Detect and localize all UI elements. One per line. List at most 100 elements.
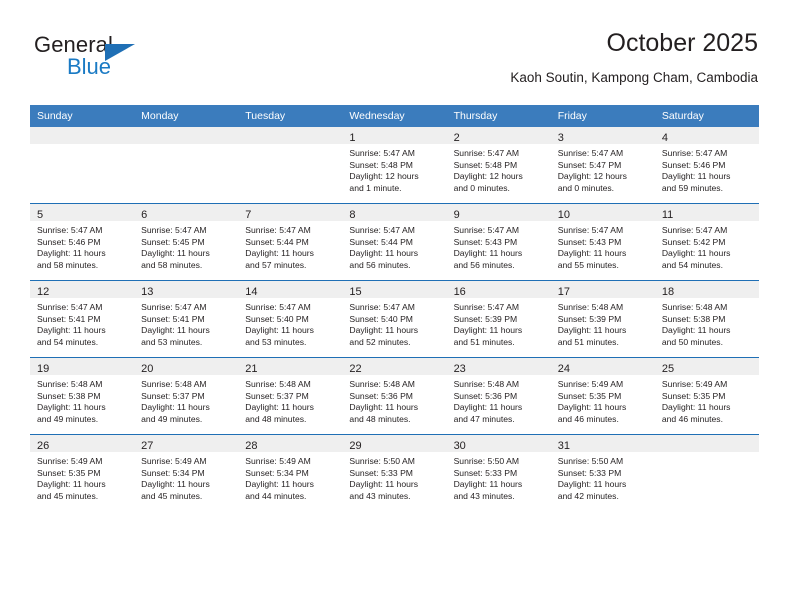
calendar-day-cell[interactable]: 25 Sunrise: 5:49 AM Sunset: 5:35 PM Dayligh… bbox=[654, 357, 759, 435]
calendar-day-cell[interactable]: 8 Sunrise: 5:47 AM Sunset: 5:44 PM Daylight… bbox=[342, 203, 447, 281]
day-number-band: 5 bbox=[30, 204, 135, 221]
daylight-text-line2: and 53 minutes. bbox=[141, 336, 203, 347]
calendar-day-cell-empty bbox=[30, 127, 135, 204]
sunset-text: Sunset: 5:43 PM bbox=[453, 236, 518, 247]
sunrise-text: Sunrise: 5:47 AM bbox=[557, 148, 624, 158]
sunrise-text: Sunrise: 5:48 AM bbox=[37, 379, 103, 389]
daylight-text-line1: Daylight: 12 hours bbox=[453, 171, 523, 182]
weekday-header-tuesday: Tuesday bbox=[238, 105, 343, 127]
calendar-day-cell[interactable]: 31 Sunrise: 5:50 AM Sunset: 5:33 PM Dayligh… bbox=[550, 434, 655, 511]
sunrise-text: Sunrise: 5:48 AM bbox=[453, 379, 520, 389]
day-number: 1 bbox=[349, 132, 356, 144]
day-number-band bbox=[30, 127, 135, 144]
daylight-text-line2: and 49 minutes. bbox=[37, 413, 99, 424]
sunrise-text: Sunrise: 5:47 AM bbox=[245, 302, 311, 312]
calendar-day-cell[interactable]: 17 Sunrise: 5:48 AM Sunset: 5:39 PM Dayligh… bbox=[550, 280, 655, 358]
calendar-day-cell[interactable]: 9 Sunrise: 5:47 AM Sunset: 5:43 PM Daylight… bbox=[446, 203, 551, 281]
day-number: 29 bbox=[349, 440, 362, 452]
sunrise-text: Sunrise: 5:47 AM bbox=[661, 148, 728, 158]
calendar-day-cell[interactable]: 2 Sunrise: 5:47 AM Sunset: 5:48 PM Daylight… bbox=[446, 127, 551, 204]
day-cell-content: 12 Sunrise: 5:47 AM Sunset: 5:41 PM Dayligh… bbox=[30, 281, 135, 357]
sunrise-text: Sunrise: 5:47 AM bbox=[141, 225, 207, 235]
daylight-text-line2: and 50 minutes. bbox=[661, 336, 723, 347]
calendar-day-cell[interactable]: 4 Sunrise: 5:47 AM Sunset: 5:46 PM Daylight… bbox=[654, 127, 759, 204]
sun-info: Sunrise: 5:49 AM Sunset: 5:35 PM Daylight:… bbox=[655, 375, 759, 425]
calendar-day-cell[interactable]: 5 Sunrise: 5:47 AM Sunset: 5:46 PM Daylight… bbox=[30, 203, 135, 281]
daylight-text-line1: Daylight: 11 hours bbox=[349, 479, 419, 490]
sun-info: Sunrise: 5:47 AM Sunset: 5:47 PM Daylight:… bbox=[551, 144, 655, 194]
sun-info: Sunrise: 5:48 AM Sunset: 5:39 PM Daylight:… bbox=[551, 298, 655, 348]
calendar-day-cell[interactable]: 28 Sunrise: 5:49 AM Sunset: 5:34 PM Dayligh… bbox=[238, 434, 343, 511]
calendar-day-cell[interactable]: 14 Sunrise: 5:47 AM Sunset: 5:40 PM Dayligh… bbox=[238, 280, 343, 358]
sunrise-text: Sunrise: 5:50 AM bbox=[453, 456, 520, 466]
daylight-text-line1: Daylight: 12 hours bbox=[349, 171, 419, 182]
day-cell-content: 16 Sunrise: 5:47 AM Sunset: 5:39 PM Dayligh… bbox=[446, 281, 551, 357]
calendar-week-row: 26 Sunrise: 5:49 AM Sunset: 5:35 PM Dayligh… bbox=[30, 434, 759, 511]
day-number: 28 bbox=[245, 440, 258, 452]
day-number-band: 4 bbox=[654, 127, 759, 144]
page-header: General Blue October 2025 Kaoh Soutin, K… bbox=[34, 28, 758, 94]
sun-info: Sunrise: 5:48 AM Sunset: 5:38 PM Daylight:… bbox=[30, 375, 134, 425]
calendar-day-cell[interactable]: 3 Sunrise: 5:47 AM Sunset: 5:47 PM Daylight… bbox=[550, 127, 655, 204]
day-number: 10 bbox=[557, 209, 570, 221]
daylight-text-line2: and 0 minutes. bbox=[453, 182, 510, 193]
daylight-text-line1: Daylight: 11 hours bbox=[141, 248, 210, 259]
day-number: 4 bbox=[661, 132, 668, 144]
calendar-day-cell[interactable]: 21 Sunrise: 5:48 AM Sunset: 5:37 PM Dayligh… bbox=[238, 357, 343, 435]
calendar-day-cell[interactable]: 22 Sunrise: 5:48 AM Sunset: 5:36 PM Dayligh… bbox=[342, 357, 447, 435]
calendar-day-cell[interactable]: 1 Sunrise: 5:47 AM Sunset: 5:48 PM Daylight… bbox=[342, 127, 447, 204]
day-number-band bbox=[134, 127, 239, 144]
sunset-text: Sunset: 5:43 PM bbox=[557, 236, 622, 247]
calendar-day-cell[interactable]: 24 Sunrise: 5:49 AM Sunset: 5:35 PM Dayligh… bbox=[550, 357, 655, 435]
calendar-day-cell[interactable]: 10 Sunrise: 5:47 AM Sunset: 5:43 PM Dayligh… bbox=[550, 203, 655, 281]
calendar-day-cell[interactable]: 23 Sunrise: 5:48 AM Sunset: 5:36 PM Dayligh… bbox=[446, 357, 551, 435]
daylight-text-line2: and 45 minutes. bbox=[141, 490, 203, 501]
calendar-day-cell[interactable]: 26 Sunrise: 5:49 AM Sunset: 5:35 PM Dayligh… bbox=[30, 434, 135, 511]
calendar-day-cell[interactable]: 16 Sunrise: 5:47 AM Sunset: 5:39 PM Dayligh… bbox=[446, 280, 551, 358]
calendar-day-cell[interactable]: 19 Sunrise: 5:48 AM Sunset: 5:38 PM Dayligh… bbox=[30, 357, 135, 435]
general-blue-logo[interactable]: General Blue bbox=[34, 32, 234, 88]
day-cell-content: 13 Sunrise: 5:47 AM Sunset: 5:41 PM Dayligh… bbox=[134, 281, 239, 357]
daylight-text-line1: Daylight: 11 hours bbox=[453, 325, 523, 336]
sunrise-text: Sunrise: 5:48 AM bbox=[349, 379, 415, 389]
day-number-band: 6 bbox=[134, 204, 239, 221]
calendar-day-cell[interactable]: 30 Sunrise: 5:50 AM Sunset: 5:33 PM Dayligh… bbox=[446, 434, 551, 511]
calendar-day-cell[interactable]: 18 Sunrise: 5:48 AM Sunset: 5:38 PM Dayligh… bbox=[654, 280, 759, 358]
day-cell-content: 23 Sunrise: 5:48 AM Sunset: 5:36 PM Dayligh… bbox=[446, 358, 551, 434]
calendar-day-cell[interactable]: 20 Sunrise: 5:48 AM Sunset: 5:37 PM Dayligh… bbox=[134, 357, 239, 435]
sunrise-text: Sunrise: 5:49 AM bbox=[245, 456, 311, 466]
day-number: 2 bbox=[453, 132, 460, 144]
sunset-text: Sunset: 5:40 PM bbox=[349, 313, 413, 324]
day-number-band: 23 bbox=[446, 358, 551, 375]
calendar-day-cell[interactable]: 27 Sunrise: 5:49 AM Sunset: 5:34 PM Dayligh… bbox=[134, 434, 239, 511]
day-cell-content: 14 Sunrise: 5:47 AM Sunset: 5:40 PM Dayligh… bbox=[238, 281, 343, 357]
day-cell-content bbox=[134, 127, 239, 203]
sunset-text: Sunset: 5:38 PM bbox=[37, 390, 101, 401]
day-number-band: 31 bbox=[550, 435, 655, 452]
sun-info: Sunrise: 5:47 AM Sunset: 5:41 PM Daylight:… bbox=[134, 298, 238, 348]
calendar-day-cell[interactable]: 15 Sunrise: 5:47 AM Sunset: 5:40 PM Dayligh… bbox=[342, 280, 447, 358]
sunset-text: Sunset: 5:44 PM bbox=[245, 236, 309, 247]
sun-info: Sunrise: 5:49 AM Sunset: 5:34 PM Daylight:… bbox=[134, 452, 238, 502]
sunrise-text: Sunrise: 5:47 AM bbox=[141, 302, 207, 312]
daylight-text-line1: Daylight: 11 hours bbox=[453, 248, 523, 259]
calendar-day-cell-empty bbox=[238, 127, 343, 204]
calendar-day-cell[interactable]: 12 Sunrise: 5:47 AM Sunset: 5:41 PM Dayligh… bbox=[30, 280, 135, 358]
sunrise-text: Sunrise: 5:47 AM bbox=[349, 302, 415, 312]
daylight-text-line1: Daylight: 11 hours bbox=[557, 325, 627, 336]
daylight-text-line2: and 54 minutes. bbox=[37, 336, 99, 347]
daylight-text-line2: and 43 minutes. bbox=[453, 490, 515, 501]
day-number-band: 9 bbox=[446, 204, 551, 221]
day-cell-content: 29 Sunrise: 5:50 AM Sunset: 5:33 PM Dayligh… bbox=[342, 435, 447, 511]
calendar-day-cell[interactable]: 7 Sunrise: 5:47 AM Sunset: 5:44 PM Daylight… bbox=[238, 203, 343, 281]
day-cell-content: 31 Sunrise: 5:50 AM Sunset: 5:33 PM Dayligh… bbox=[550, 435, 655, 511]
day-number-band: 10 bbox=[550, 204, 655, 221]
calendar-day-cell[interactable]: 11 Sunrise: 5:47 AM Sunset: 5:42 PM Dayligh… bbox=[654, 203, 759, 281]
sun-info: Sunrise: 5:47 AM Sunset: 5:39 PM Daylight:… bbox=[447, 298, 551, 348]
day-number: 23 bbox=[453, 363, 466, 375]
calendar-day-cell[interactable]: 13 Sunrise: 5:47 AM Sunset: 5:41 PM Dayligh… bbox=[134, 280, 239, 358]
calendar-day-cell[interactable]: 6 Sunrise: 5:47 AM Sunset: 5:45 PM Daylight… bbox=[134, 203, 239, 281]
calendar-week-row: 1 Sunrise: 5:47 AM Sunset: 5:48 PM Daylight… bbox=[30, 127, 759, 204]
calendar-day-cell[interactable]: 29 Sunrise: 5:50 AM Sunset: 5:33 PM Dayligh… bbox=[342, 434, 447, 511]
sun-info: Sunrise: 5:49 AM Sunset: 5:35 PM Daylight:… bbox=[551, 375, 655, 425]
